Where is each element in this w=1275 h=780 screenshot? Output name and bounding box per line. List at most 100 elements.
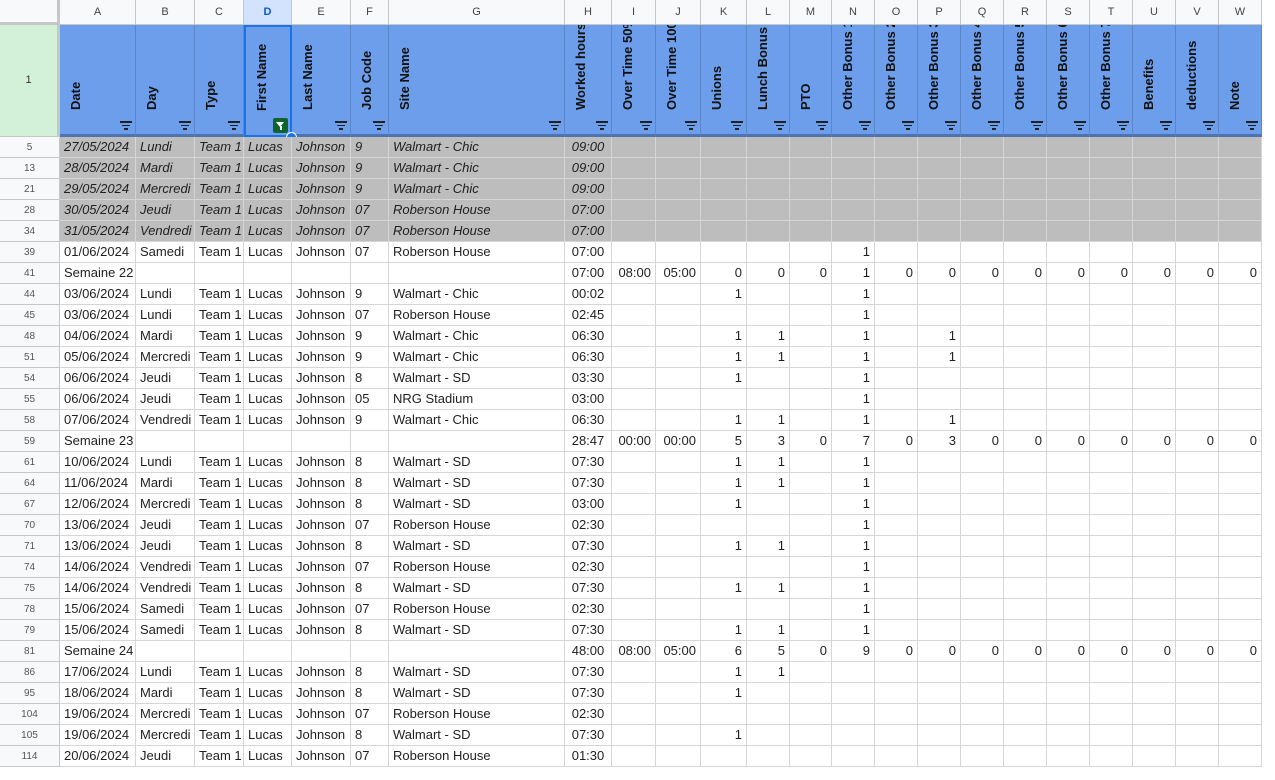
cell-b[interactable]: Lundi bbox=[136, 305, 195, 326]
cell-o[interactable] bbox=[875, 536, 918, 557]
cell-a[interactable]: Semaine 22 bbox=[60, 263, 136, 284]
cell-c[interactable]: Team 1 bbox=[195, 284, 244, 305]
cell-u[interactable] bbox=[1133, 704, 1176, 725]
cell-h[interactable]: 07:00 bbox=[565, 221, 612, 242]
cell-f[interactable]: 9 bbox=[351, 326, 389, 347]
cell-p[interactable] bbox=[918, 284, 961, 305]
cell-a[interactable]: 06/06/2024 bbox=[60, 389, 136, 410]
cell-l[interactable] bbox=[747, 746, 790, 767]
cell-j[interactable] bbox=[656, 326, 701, 347]
cell-b[interactable]: Jeudi bbox=[136, 536, 195, 557]
cell-p[interactable]: 1 bbox=[918, 410, 961, 431]
row-header[interactable]: 64 bbox=[0, 473, 60, 494]
cell-r[interactable] bbox=[1004, 326, 1047, 347]
cell-l[interactable]: 0 bbox=[747, 263, 790, 284]
filter-icon[interactable] bbox=[1203, 121, 1215, 130]
cell-f[interactable] bbox=[351, 641, 389, 662]
cell-o[interactable] bbox=[875, 242, 918, 263]
cell-u[interactable] bbox=[1133, 368, 1176, 389]
cell-g[interactable]: Walmart - SD bbox=[389, 725, 565, 746]
cell-j[interactable] bbox=[656, 599, 701, 620]
cell-w[interactable] bbox=[1219, 494, 1262, 515]
cell-u[interactable] bbox=[1133, 305, 1176, 326]
cell-n[interactable]: 1 bbox=[832, 263, 875, 284]
cell-h[interactable]: 07:30 bbox=[565, 662, 612, 683]
cell-k[interactable]: 1 bbox=[701, 494, 747, 515]
cell-q[interactable] bbox=[961, 557, 1004, 578]
cell-j[interactable] bbox=[656, 347, 701, 368]
cell-d[interactable]: Lucas bbox=[244, 473, 292, 494]
cell-l[interactable] bbox=[747, 200, 790, 221]
cell-s[interactable] bbox=[1047, 725, 1090, 746]
cell-k[interactable] bbox=[701, 137, 747, 158]
row-header[interactable]: 114 bbox=[0, 746, 60, 767]
cell-l[interactable] bbox=[747, 494, 790, 515]
cell-p[interactable] bbox=[918, 662, 961, 683]
row-header[interactable]: 70 bbox=[0, 515, 60, 536]
filter-icon[interactable] bbox=[373, 121, 385, 130]
cell-m[interactable] bbox=[790, 746, 832, 767]
cell-t[interactable] bbox=[1090, 620, 1133, 641]
column-header-a[interactable]: A bbox=[60, 0, 136, 25]
filter-icon[interactable] bbox=[179, 121, 191, 130]
cell-g[interactable]: Walmart - Chic bbox=[389, 326, 565, 347]
cell-l[interactable] bbox=[747, 158, 790, 179]
cell-v[interactable] bbox=[1176, 326, 1219, 347]
cell-a[interactable]: 12/06/2024 bbox=[60, 494, 136, 515]
cell-u[interactable] bbox=[1133, 536, 1176, 557]
cell-t[interactable] bbox=[1090, 326, 1133, 347]
cell-b[interactable]: Lundi bbox=[136, 662, 195, 683]
cell-h[interactable]: 07:30 bbox=[565, 452, 612, 473]
cell-c[interactable]: Team 1 bbox=[195, 557, 244, 578]
cell-j[interactable] bbox=[656, 158, 701, 179]
cell-q[interactable] bbox=[961, 473, 1004, 494]
cell-r[interactable] bbox=[1004, 158, 1047, 179]
cell-n[interactable]: 1 bbox=[832, 368, 875, 389]
cell-c[interactable]: Team 1 bbox=[195, 242, 244, 263]
cell-j[interactable]: 05:00 bbox=[656, 641, 701, 662]
cell-e[interactable]: Johnson bbox=[292, 536, 351, 557]
cell-l[interactable] bbox=[747, 725, 790, 746]
cell-k[interactable] bbox=[701, 158, 747, 179]
filter-icon[interactable] bbox=[902, 121, 914, 130]
cell-b[interactable]: Samedi bbox=[136, 599, 195, 620]
cell-g[interactable]: Roberson House bbox=[389, 746, 565, 767]
cell-c[interactable]: Team 1 bbox=[195, 410, 244, 431]
cell-n[interactable] bbox=[832, 221, 875, 242]
cell-j[interactable] bbox=[656, 536, 701, 557]
cell-c[interactable] bbox=[195, 263, 244, 284]
cell-m[interactable] bbox=[790, 284, 832, 305]
cell-l[interactable] bbox=[747, 284, 790, 305]
cell-u[interactable]: 0 bbox=[1133, 641, 1176, 662]
cell-h[interactable]: 07:00 bbox=[565, 200, 612, 221]
cell-w[interactable] bbox=[1219, 179, 1262, 200]
cell-q[interactable] bbox=[961, 494, 1004, 515]
cell-w[interactable] bbox=[1219, 221, 1262, 242]
cell-f[interactable] bbox=[351, 263, 389, 284]
cell-k[interactable]: 1 bbox=[701, 368, 747, 389]
cell-e[interactable]: Johnson bbox=[292, 515, 351, 536]
cell-e[interactable]: Johnson bbox=[292, 599, 351, 620]
cell-h[interactable]: 06:30 bbox=[565, 347, 612, 368]
cell-g[interactable]: Roberson House bbox=[389, 557, 565, 578]
cell-c[interactable]: Team 1 bbox=[195, 347, 244, 368]
cell-q[interactable] bbox=[961, 158, 1004, 179]
cell-p[interactable]: 0 bbox=[918, 641, 961, 662]
row-header[interactable]: 39 bbox=[0, 242, 60, 263]
row-header[interactable]: 58 bbox=[0, 410, 60, 431]
cell-c[interactable]: Team 1 bbox=[195, 368, 244, 389]
row-header[interactable]: 67 bbox=[0, 494, 60, 515]
cell-t[interactable] bbox=[1090, 683, 1133, 704]
cell-p[interactable] bbox=[918, 515, 961, 536]
cell-f[interactable]: 07 bbox=[351, 200, 389, 221]
cell-c[interactable]: Team 1 bbox=[195, 662, 244, 683]
cell-q[interactable] bbox=[961, 347, 1004, 368]
cell-q[interactable] bbox=[961, 683, 1004, 704]
cell-b[interactable] bbox=[136, 641, 195, 662]
cell-i[interactable]: 08:00 bbox=[612, 641, 656, 662]
cell-q[interactable]: 0 bbox=[961, 431, 1004, 452]
cell-d[interactable] bbox=[244, 263, 292, 284]
cell-s[interactable] bbox=[1047, 536, 1090, 557]
cell-c[interactable]: Team 1 bbox=[195, 137, 244, 158]
cell-b[interactable]: Mercredi bbox=[136, 704, 195, 725]
